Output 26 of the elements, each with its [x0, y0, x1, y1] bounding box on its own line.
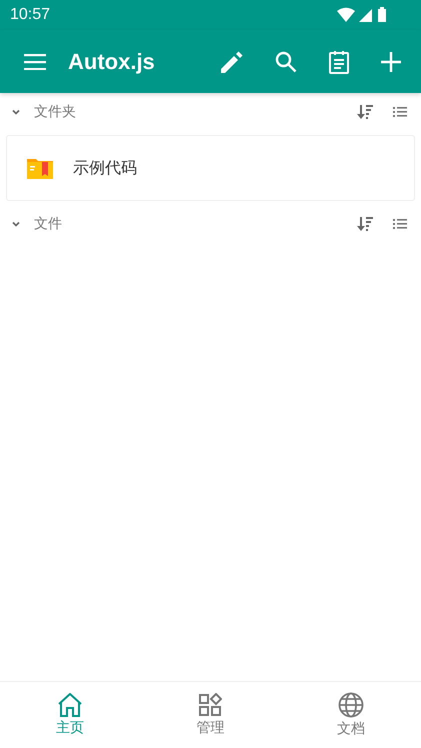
search-icon	[275, 50, 297, 72]
view-button[interactable]	[391, 104, 409, 120]
folder-icon	[27, 157, 53, 179]
view-button[interactable]	[391, 216, 409, 232]
section-title: 文件	[34, 215, 63, 233]
nav-tab[interactable]: 文档	[280, 682, 421, 748]
status-time: 10:57	[10, 6, 50, 24]
pencil-icon	[221, 50, 243, 72]
sort-button[interactable]	[355, 102, 375, 122]
globe-icon	[338, 692, 364, 718]
menu-icon	[24, 54, 46, 70]
clipboard-icon	[329, 50, 349, 74]
grid-icon	[198, 693, 222, 717]
list-icon	[393, 218, 407, 230]
folder-card[interactable]: 示例代码	[6, 135, 415, 201]
sort-icon	[357, 104, 373, 120]
nav-tab[interactable]: 主页	[0, 682, 140, 748]
section-title: 文件夹	[34, 103, 77, 121]
folder-name: 示例代码	[73, 158, 137, 178]
nav-tab[interactable]: 管理	[140, 682, 281, 748]
app-title: Autox.js	[68, 48, 156, 74]
sort-icon	[357, 216, 373, 232]
list-icon	[393, 106, 407, 118]
plus-icon	[381, 52, 401, 72]
sort-button[interactable]	[355, 214, 375, 234]
home-icon	[57, 693, 84, 717]
